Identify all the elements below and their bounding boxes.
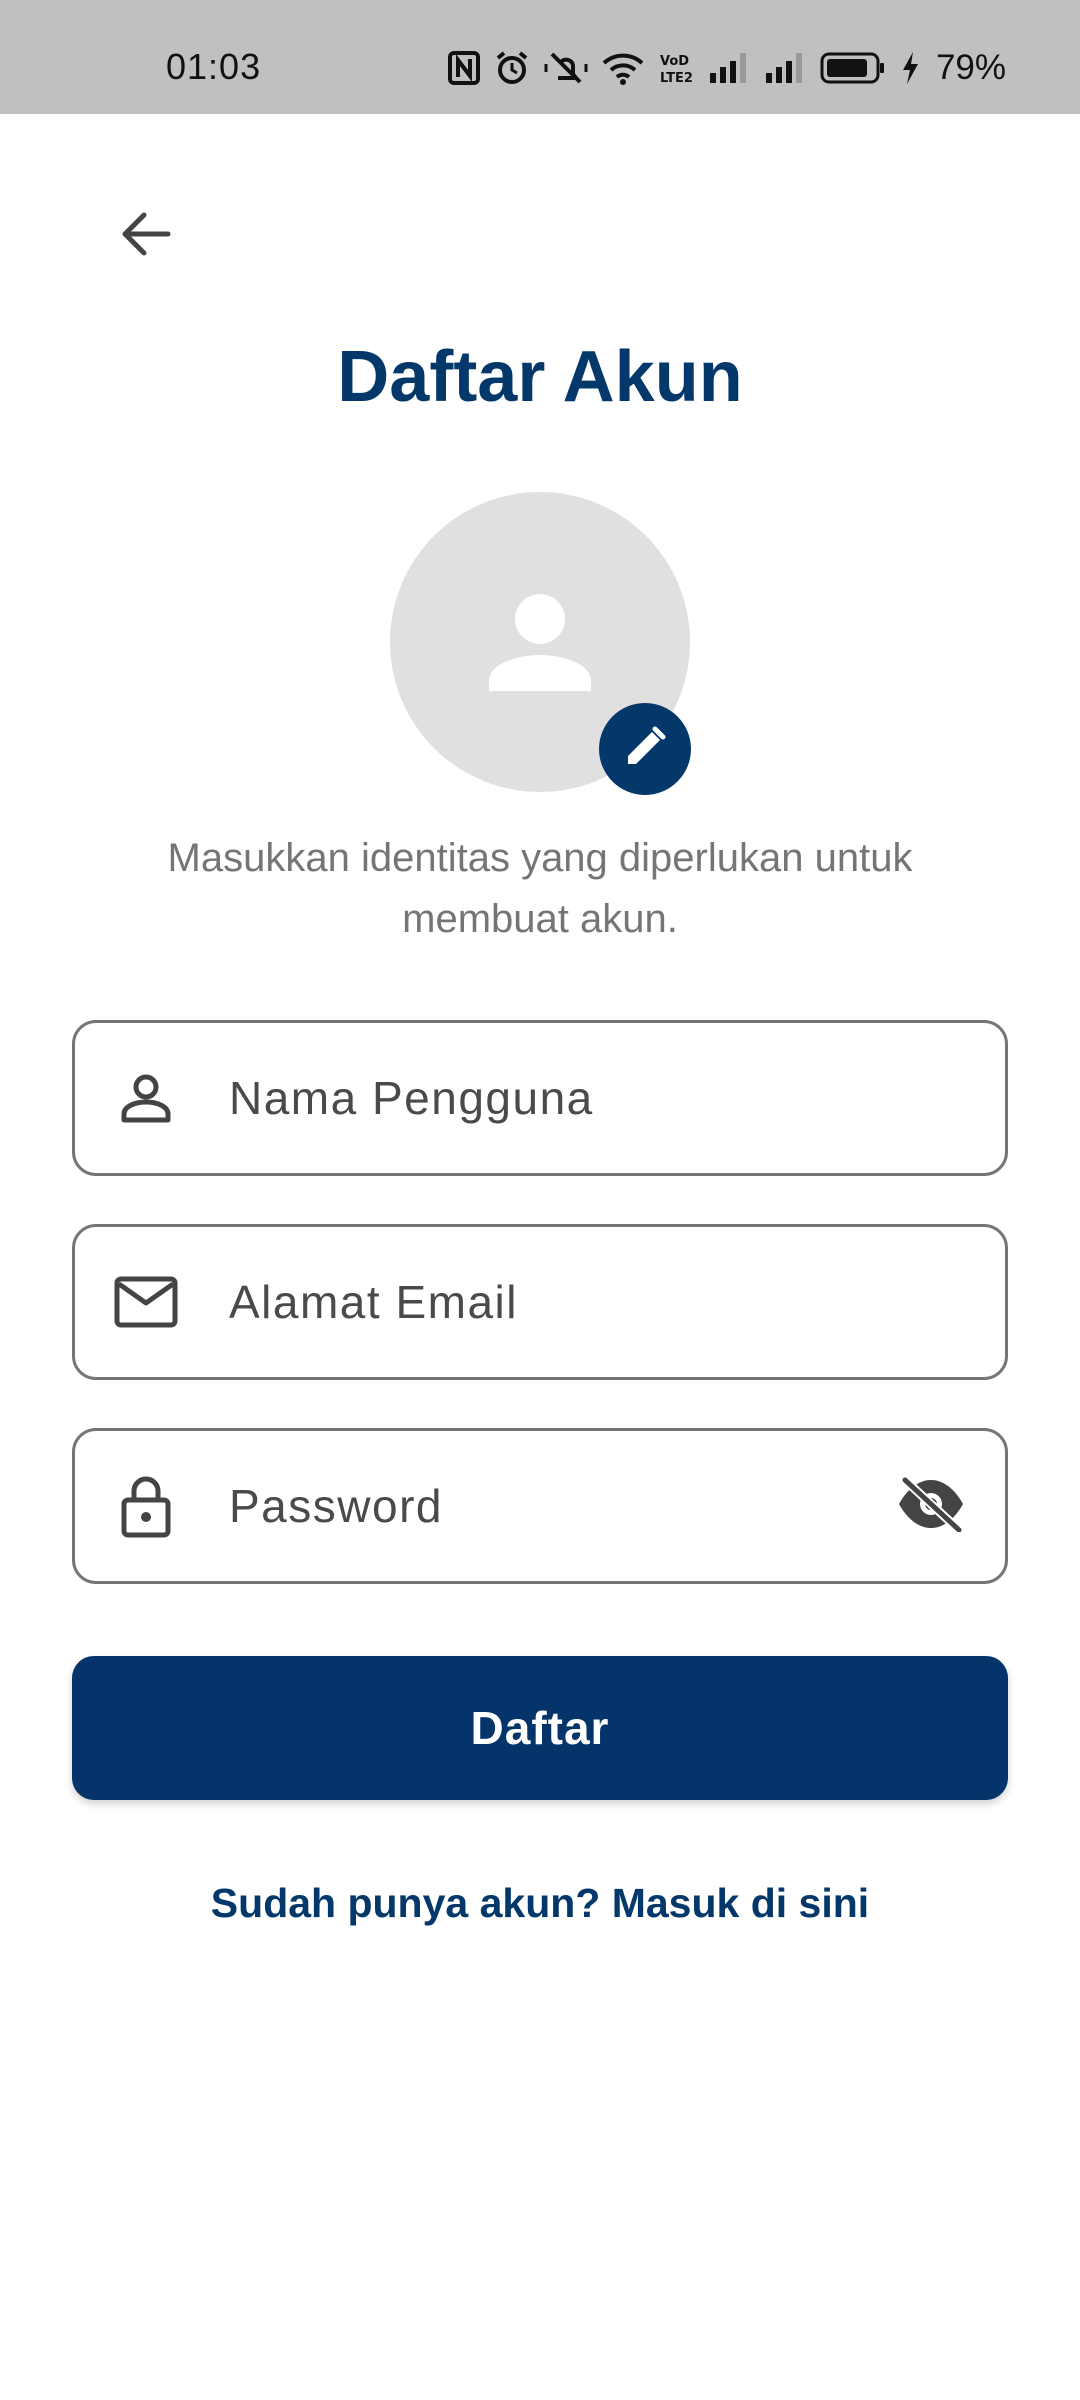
signal-icon xyxy=(708,51,750,85)
svg-text:LTE2: LTE2 xyxy=(660,71,693,85)
username-input[interactable] xyxy=(229,1023,869,1173)
alarm-icon xyxy=(494,50,530,86)
status-bar: 01:03 VoD LTE2 79% xyxy=(0,0,1080,114)
toggle-password-visibility[interactable] xyxy=(893,1468,969,1544)
person-icon xyxy=(485,585,595,700)
page-title: Daftar Akun xyxy=(337,337,743,417)
password-input[interactable] xyxy=(229,1431,869,1581)
person-outline-icon xyxy=(111,1063,181,1133)
volte-icon: VoD LTE2 xyxy=(658,51,694,85)
nfc-icon xyxy=(447,51,480,85)
arrow-left-icon xyxy=(118,206,174,267)
wifi-icon xyxy=(602,51,644,85)
status-icons: VoD LTE2 79% xyxy=(447,48,1006,88)
email-field[interactable] xyxy=(72,1224,1008,1380)
signal-icon xyxy=(764,51,806,85)
svg-text:VoD: VoD xyxy=(660,54,689,69)
email-input[interactable] xyxy=(229,1227,869,1377)
lock-icon xyxy=(111,1471,181,1541)
register-button[interactable]: Daftar xyxy=(72,1656,1008,1800)
edit-avatar-button[interactable] xyxy=(599,703,691,795)
subtitle: Masukkan identitas yang diperlukan untuk… xyxy=(167,836,913,941)
username-field[interactable] xyxy=(72,1020,1008,1176)
status-time: 01:03 xyxy=(166,46,262,87)
eye-off-icon xyxy=(897,1476,965,1537)
mail-icon xyxy=(111,1267,181,1337)
back-button[interactable] xyxy=(106,196,186,276)
password-field[interactable] xyxy=(72,1428,1008,1584)
login-link[interactable]: Sudah punya akun? Masuk di sini xyxy=(0,1880,1080,1927)
battery-icon xyxy=(820,52,886,84)
charging-icon xyxy=(900,51,920,85)
battery-percent: 79% xyxy=(935,48,1006,87)
silent-icon xyxy=(544,50,588,86)
pencil-icon xyxy=(624,726,666,773)
